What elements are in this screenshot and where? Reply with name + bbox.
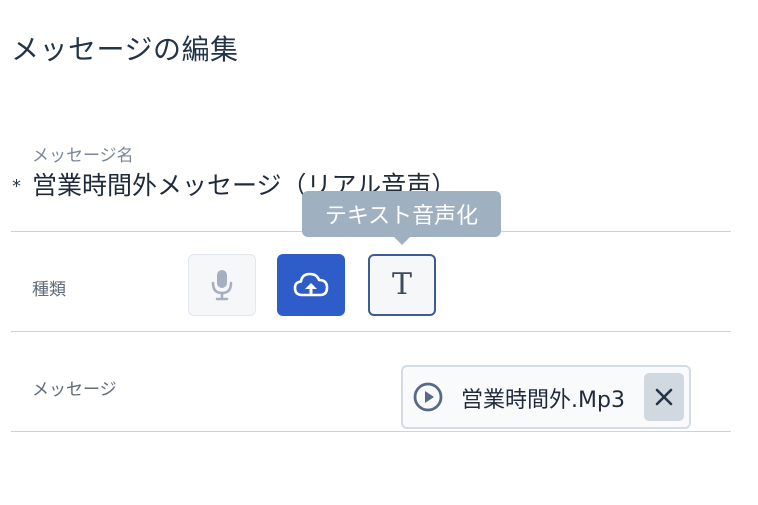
- upload-file-button[interactable]: [277, 254, 345, 316]
- page-title: メッセージの編集: [11, 33, 239, 66]
- divider: [11, 331, 731, 332]
- audio-file-name: 営業時間外.Mp3: [461, 388, 625, 413]
- message-name-label: メッセージ名: [32, 146, 134, 166]
- close-icon: [655, 388, 673, 406]
- play-icon[interactable]: [412, 381, 444, 413]
- required-marker: *: [12, 176, 21, 197]
- remove-file-button[interactable]: [644, 373, 684, 421]
- edit-message-page: メッセージの編集 メッセージ名 * 営業時間外メッセージ（リアル音声） 種類 T…: [0, 0, 758, 505]
- cloud-upload-icon: [293, 272, 329, 297]
- type-label: 種類: [32, 280, 66, 300]
- text-to-speech-button[interactable]: T: [368, 254, 436, 316]
- record-audio-button[interactable]: [188, 254, 256, 316]
- tooltip: テキスト音声化: [302, 191, 501, 237]
- microphone-icon: [211, 270, 233, 301]
- text-icon: T: [391, 267, 412, 302]
- tooltip-arrow: [393, 236, 411, 245]
- divider: [11, 431, 731, 432]
- audio-file-pill: 営業時間外.Mp3: [401, 365, 691, 429]
- message-label: メッセージ: [32, 380, 117, 400]
